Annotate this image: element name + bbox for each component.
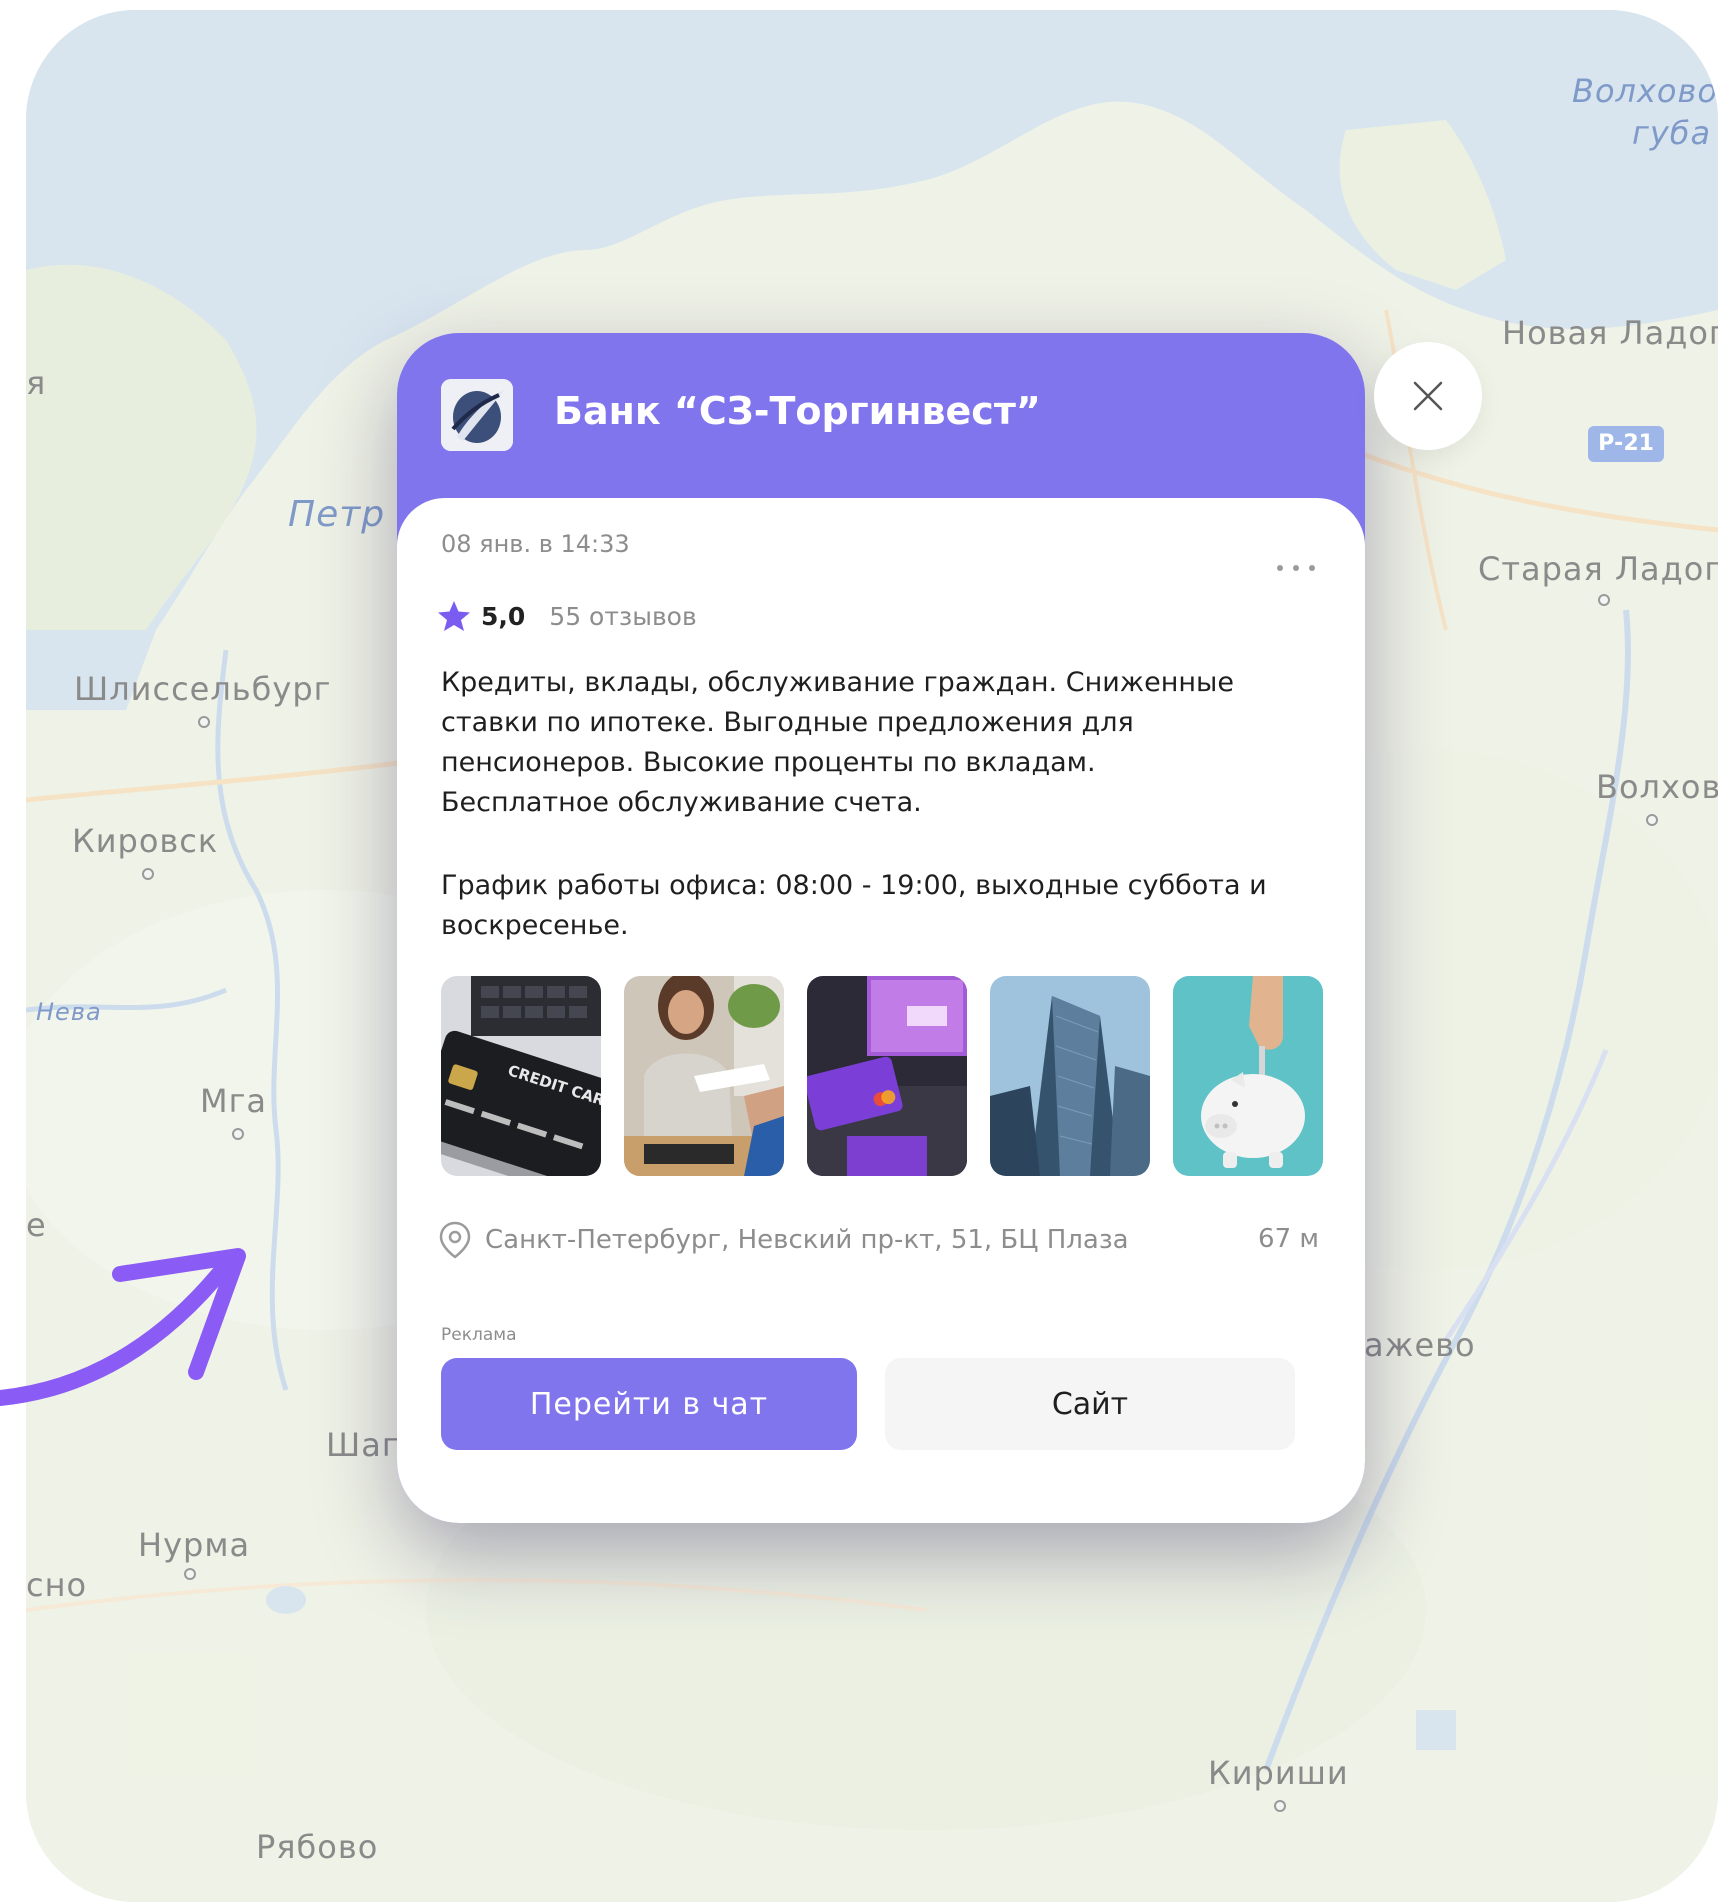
rating-value: 5,0 bbox=[481, 601, 526, 631]
callout-arrow-icon bbox=[0, 1248, 246, 1406]
photo-piggy-bank[interactable] bbox=[1173, 976, 1323, 1176]
card-header: Банк “СЗ-Торгинвест” bbox=[397, 333, 1365, 498]
map-label-razhevo: ажево bbox=[1364, 1326, 1476, 1364]
close-icon bbox=[1413, 381, 1443, 411]
map-label-volkhov: Волхов bbox=[1596, 768, 1718, 806]
map-label-kirovsk: Кировск bbox=[72, 822, 219, 860]
map-label-petro: Петр bbox=[288, 494, 386, 535]
post-timestamp: 08 янв. в 14:33 bbox=[441, 530, 630, 558]
map-dot-shlisselburg bbox=[198, 716, 210, 728]
photo-bank-clerk[interactable] bbox=[624, 976, 784, 1176]
reviews-count-link[interactable]: 55 отзывов bbox=[549, 602, 696, 631]
map-dot-kirishi bbox=[1274, 1800, 1286, 1812]
map-label-novaya-ladoga: Новая Ладог bbox=[1502, 314, 1718, 352]
bank-logo-icon bbox=[441, 379, 513, 451]
map-dot-mga bbox=[232, 1128, 244, 1140]
photo-skyscraper[interactable] bbox=[990, 976, 1150, 1176]
photo-gallery: CREDIT CARD bbox=[441, 976, 1323, 1176]
photo-credit-cards[interactable]: CREDIT CARD bbox=[441, 976, 601, 1176]
map-dot-nurma bbox=[184, 1568, 196, 1580]
bank-description: Кредиты, вклады, обслуживание граждан. С… bbox=[441, 667, 1234, 818]
advertisement-label: Реклама bbox=[441, 1325, 517, 1345]
map-label-ryabovo: Рябово bbox=[256, 1828, 379, 1866]
map-label-volkhov-bay-1: Волхово bbox=[1572, 72, 1718, 110]
bank-name-title: Банк “СЗ-Торгинвест” bbox=[554, 389, 1041, 433]
map-label-shlisselburg: Шлиссельбург bbox=[74, 670, 332, 708]
map-label-edge-sno: сно bbox=[26, 1566, 88, 1604]
rating-row[interactable]: 5,0 55 отзывов bbox=[437, 600, 697, 632]
map-dot-kirovsk bbox=[142, 868, 154, 880]
address-row[interactable]: Санкт-Петербург, Невский пр-кт, 51, БЦ П… bbox=[439, 1220, 1319, 1260]
location-pin-icon bbox=[439, 1221, 471, 1259]
photo-purple-card[interactable] bbox=[807, 976, 967, 1176]
road-badge-r21: Р-21 bbox=[1588, 426, 1664, 462]
map-label-kirishi: Кириши bbox=[1208, 1754, 1349, 1792]
website-button[interactable]: Сайт bbox=[885, 1358, 1295, 1450]
star-icon bbox=[438, 601, 470, 631]
distance-value: 67 м bbox=[1258, 1224, 1319, 1254]
card-body: 08 янв. в 14:33 5,0 55 отзывов Кредиты, … bbox=[397, 498, 1365, 1523]
office-schedule: График работы офиса: 08:00 - 19:00, выхо… bbox=[441, 870, 1267, 941]
map-label-edge-a: я bbox=[26, 364, 47, 402]
map-label-edge-e: е bbox=[26, 1206, 47, 1244]
map-dot-staraya-ladoga bbox=[1598, 594, 1610, 606]
map-dot-volkhov bbox=[1646, 814, 1658, 826]
bank-address: Санкт-Петербург, Невский пр-кт, 51, БЦ П… bbox=[485, 1225, 1129, 1255]
map-label-volkhov-bay-2: губа bbox=[1632, 114, 1712, 152]
close-button[interactable] bbox=[1374, 342, 1482, 450]
map-label-nurma: Нурма bbox=[138, 1526, 251, 1564]
map-label-neva: Нева bbox=[36, 998, 102, 1026]
bank-info-card: Банк “СЗ-Торгинвест” 08 янв. в 14:33 5,0… bbox=[397, 333, 1365, 1523]
go-to-chat-button[interactable]: Перейти в чат bbox=[441, 1358, 857, 1450]
more-dots-icon[interactable] bbox=[1277, 558, 1315, 578]
map-label-mga: Мга bbox=[200, 1082, 268, 1120]
map-label-shap: Шап bbox=[326, 1426, 404, 1464]
map-label-staraya-ladoga: Старая Ладога bbox=[1478, 550, 1718, 588]
